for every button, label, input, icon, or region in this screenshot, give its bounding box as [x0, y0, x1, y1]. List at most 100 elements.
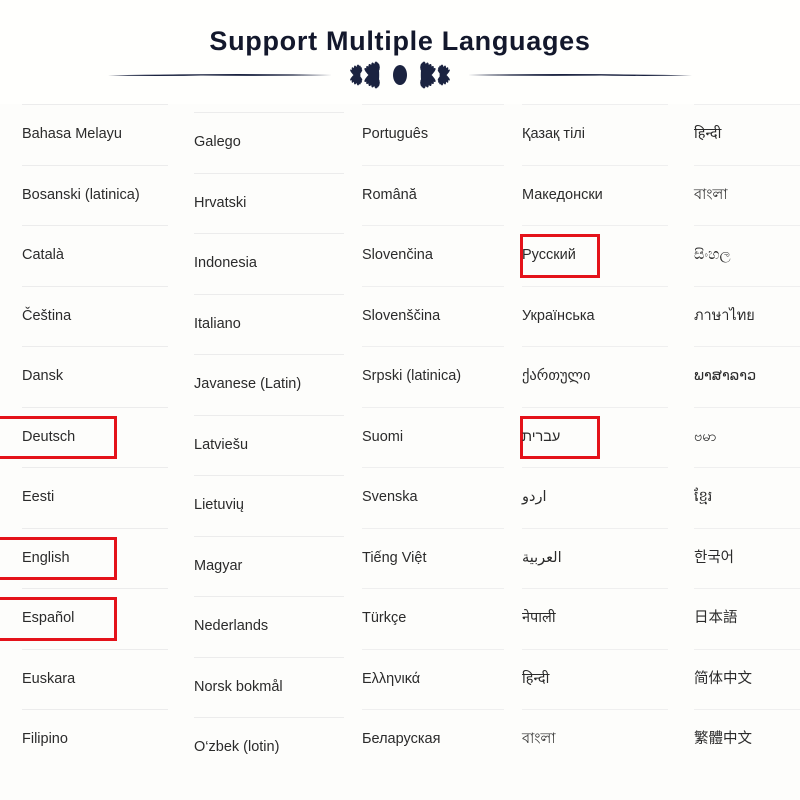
language-item[interactable]: Hrvatski [194, 172, 344, 234]
language-item[interactable]: বাংলা [694, 164, 800, 226]
language-item[interactable]: Македонски [522, 164, 668, 226]
language-item-label: Slovenčina [362, 247, 433, 264]
language-item-label: Latviešu [194, 436, 249, 453]
language-item[interactable]: Čeština [22, 285, 168, 347]
language-item[interactable]: ဗမာ [694, 406, 800, 468]
language-item[interactable]: Bosanski (latinica) [22, 164, 168, 226]
language-item-label: Filipino [22, 731, 68, 748]
language-item[interactable]: Беларуская [362, 709, 504, 770]
language-item-label: Беларуская [362, 731, 441, 748]
language-item[interactable]: Русский [520, 225, 668, 286]
language-item-label: සිංහල [694, 247, 731, 264]
language-item-label: العربية [522, 549, 562, 566]
language-item[interactable]: Nederlands [194, 596, 344, 657]
language-item-label: Македонски [522, 186, 603, 203]
language-item-label: हिन्दी [694, 126, 722, 143]
language-item[interactable]: සිංහල [694, 225, 800, 286]
language-item[interactable]: বাংলা [522, 709, 668, 770]
language-item-label: Bahasa Melayu [22, 126, 122, 143]
language-item-label: Türkçe [362, 610, 407, 627]
language-item-label: Dansk [22, 368, 64, 385]
language-item[interactable]: Català [22, 225, 168, 286]
language-item[interactable]: Magyar [194, 535, 344, 597]
language-item[interactable]: Українська [522, 285, 668, 347]
language-item-label: Bosanski (latinica) [22, 186, 140, 203]
language-item[interactable]: Slovenčina [362, 225, 504, 286]
language-item[interactable]: Srpski (latinica) [362, 346, 504, 407]
language-item-label: اردو [522, 489, 547, 506]
language-item-label: Қазақ тілі [522, 126, 585, 143]
language-item-label: Português [362, 126, 429, 143]
language-item-label: Suomi [362, 428, 404, 445]
language-item[interactable]: العربية [522, 527, 668, 589]
language-item[interactable]: Slovenščina [362, 285, 504, 347]
language-grid: Bahasa Melayu Bosanski (latinica) Català Če… [0, 104, 800, 800]
language-item-label: Tiếng Việt [362, 549, 427, 566]
language-item[interactable]: اردو [522, 467, 668, 528]
language-item[interactable]: Svenska [362, 467, 504, 528]
language-item[interactable]: Türkçe [362, 588, 504, 649]
page-title: Support Multiple Languages [209, 26, 591, 56]
language-item-label: 日本語 [694, 610, 738, 627]
language-item[interactable]: Tiếng Việt [362, 527, 504, 589]
language-item[interactable]: O‘zbek (lotin) [194, 717, 344, 778]
language-item-label: Euskara [22, 670, 76, 687]
language-item[interactable]: 繁體中文 [694, 709, 800, 770]
language-item-label: ဗမာ [694, 428, 717, 445]
language-item[interactable]: 日本語 [694, 588, 800, 649]
language-item[interactable]: Bahasa Melayu [22, 104, 168, 165]
language-item-label: Deutsch [22, 428, 76, 445]
language-item-label: বাংলা [522, 731, 556, 748]
language-item-label: Español [22, 610, 75, 627]
language-item[interactable]: Español [0, 588, 168, 649]
language-item[interactable]: Eesti [22, 467, 168, 528]
language-item[interactable]: Suomi [362, 406, 504, 468]
language-item[interactable]: Deutsch [0, 406, 168, 468]
language-item[interactable]: Filipino [22, 709, 168, 770]
language-item[interactable]: Euskara [22, 648, 168, 710]
language-item[interactable]: हिन्दी [694, 104, 800, 165]
language-item[interactable]: Lietuvių [194, 475, 344, 536]
language-item[interactable]: ພາສາລາວ [694, 346, 800, 407]
language-item[interactable]: 简体中文 [694, 648, 800, 710]
language-item[interactable]: Ελληνικά [362, 648, 504, 710]
language-item[interactable]: Galego [194, 112, 344, 173]
language-item[interactable]: עברית [520, 406, 668, 468]
language-item-label: Hrvatski [194, 194, 247, 211]
language-item[interactable]: 한국어 [694, 527, 800, 589]
language-item-label: 简体中文 [694, 670, 752, 687]
language-item-label: Română [362, 186, 417, 203]
language-item-label: Svenska [362, 489, 418, 506]
language-item-label: English [22, 549, 70, 566]
language-item[interactable]: Română [362, 164, 504, 226]
language-item[interactable]: ภาษาไทย [694, 285, 800, 347]
language-item-label: Ελληνικά [362, 670, 421, 687]
language-item[interactable]: ខ្មែរ [694, 467, 800, 528]
language-item-label: O‘zbek (lotin) [194, 739, 280, 756]
language-item[interactable]: Қазақ тілі [522, 104, 668, 165]
language-item[interactable]: ქართული [522, 346, 668, 407]
language-item[interactable]: हिन्दी [522, 648, 668, 710]
language-item-label: Nederlands [194, 618, 269, 635]
language-item-label: Magyar [194, 557, 243, 574]
language-item[interactable]: Dansk [22, 346, 168, 407]
language-item[interactable]: Norsk bokmål [194, 656, 344, 718]
language-item-label: Lietuvių [194, 497, 244, 514]
language-item-label: Italiano [194, 315, 241, 332]
language-item[interactable]: Javanese (Latin) [194, 354, 344, 415]
language-item-label: ქართული [522, 368, 591, 385]
language-column-5: हिन्दी বাংলা සිංහල ภาษาไทย ພາສາລາວ ဗမာ ខ្មែរ 한국… [672, 104, 800, 800]
language-item[interactable]: Indonesia [194, 233, 344, 294]
language-item-label: नेपाली [522, 610, 556, 627]
language-item[interactable]: नेपाली [522, 588, 668, 649]
language-item[interactable]: Português [362, 104, 504, 165]
language-selection-page: Support Multiple Languages Bahasa Melayu… [0, 0, 800, 800]
decorative-divider-icon [108, 61, 692, 89]
language-item[interactable]: Italiano [194, 293, 344, 355]
language-item-label: Norsk bokmål [194, 678, 283, 695]
language-item[interactable]: Latviešu [194, 414, 344, 476]
language-item-label: Galego [194, 134, 241, 151]
language-column-1: Bahasa Melayu Bosanski (latinica) Català Če… [0, 104, 168, 800]
language-item[interactable]: English [0, 527, 168, 589]
language-item-label: Català [22, 247, 64, 264]
